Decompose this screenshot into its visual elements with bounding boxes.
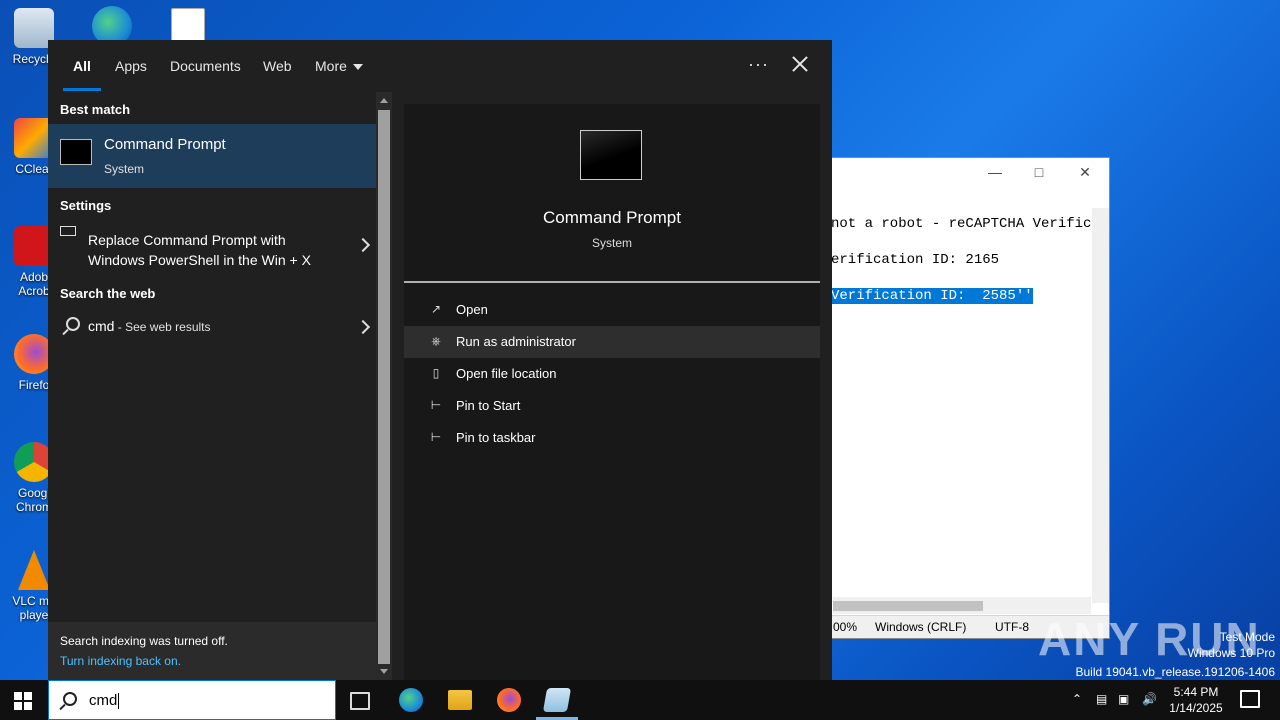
close-icon[interactable] [790, 52, 810, 76]
web-query: cmd [88, 318, 115, 334]
notepad-text-area[interactable]: not a robot - reCAPTCHA Verifica erifica… [831, 206, 1100, 314]
action-open[interactable]: ↗ Open [404, 294, 820, 326]
network-icon[interactable]: ▤ [1096, 692, 1107, 706]
chevron-up-icon[interactable]: ⌃ [1072, 692, 1082, 706]
test-mode-label: Test Mode [1219, 630, 1275, 644]
preview-subtitle: System [591, 236, 632, 250]
scroll-down-icon[interactable] [380, 669, 388, 674]
action-label: Open [456, 302, 488, 317]
settings-item[interactable]: Replace Command Prompt with Windows Powe… [48, 220, 376, 270]
open-icon: ↗ [430, 302, 442, 316]
windows-logo-icon [14, 702, 22, 710]
chevron-right-icon [355, 237, 371, 253]
search-query: cmd [89, 692, 118, 709]
search-icon [66, 317, 80, 331]
search-icon [63, 692, 77, 706]
active-tab-indicator [63, 88, 101, 91]
best-match-heading: Best match [60, 102, 131, 117]
best-match-item[interactable]: Command Prompt System [48, 124, 376, 188]
best-match-subtitle: System [104, 162, 145, 176]
command-prompt-icon [60, 139, 92, 165]
tab-apps[interactable]: Apps [115, 58, 147, 74]
scroll-up-icon[interactable] [380, 98, 388, 103]
text-caret [118, 693, 120, 710]
build-label: Build 19041.vb_release.191206-1406 [1075, 665, 1276, 679]
action-label: Run as administrator [456, 334, 576, 349]
zoom-level: 00% [833, 620, 858, 634]
file-explorer-icon[interactable] [448, 690, 472, 710]
maximize-icon[interactable]: □ [1029, 164, 1049, 180]
start-button[interactable] [14, 692, 32, 710]
web-suffix: - See web results [114, 320, 211, 334]
minimize-icon[interactable]: — [985, 164, 1005, 180]
windows-logo-icon [14, 692, 22, 700]
clock-time: 5:44 PM [1173, 685, 1219, 699]
action-label: Open file location [456, 366, 557, 381]
windows-edition-label: Windows 10 Pro [1187, 646, 1275, 660]
web-heading: Search the web [60, 286, 156, 301]
divider [404, 281, 820, 283]
web-search-label: cmd - See web results [88, 318, 211, 334]
action-pin-to-start[interactable]: ⊢ Pin to Start [404, 390, 820, 422]
action-pin-to-taskbar[interactable]: ⊢ Pin to taskbar [404, 422, 820, 454]
results-list: Best match Command Prompt System Setting… [48, 92, 376, 680]
volume-icon[interactable]: 🔊 [1142, 692, 1157, 706]
command-prompt-icon [580, 130, 642, 180]
taskbar-search-input[interactable]: cmd [48, 680, 336, 720]
settings-heading: Settings [60, 198, 112, 213]
firefox-icon[interactable] [497, 688, 521, 712]
clock-date: 1/14/2025 [1169, 701, 1223, 715]
taskbar: cmd ⌃ ▤ ▣ 🔊 5:44 PM 1/14/2025 [0, 680, 1280, 720]
pin-icon: ⊢ [430, 430, 442, 444]
results-scrollbar[interactable] [376, 92, 392, 680]
tab-more[interactable]: More [315, 58, 363, 74]
text-line: erification ID: 2165 [831, 252, 1000, 268]
tab-all[interactable]: All [73, 58, 91, 74]
pin-icon: ⊢ [430, 398, 442, 412]
more-options-icon[interactable]: ··· [748, 54, 769, 75]
text-line: not a robot - reCAPTCHA Verifica [831, 216, 1100, 232]
preview-title: Command Prompt [543, 208, 681, 227]
scrollbar-thumb[interactable] [378, 110, 390, 664]
notepad-window[interactable]: — □ ✕ not a robot - reCAPTCHA Verifica e… [826, 157, 1110, 639]
turn-indexing-on-link[interactable]: Turn indexing back on. [60, 654, 181, 668]
task-view-icon[interactable] [350, 692, 370, 710]
taskbar-clock[interactable]: 5:44 PM 1/14/2025 [1166, 684, 1226, 716]
notepad-icon[interactable] [542, 688, 572, 712]
action-run-as-administrator[interactable]: ⎈ Run as administrator [404, 326, 820, 358]
best-match-title: Command Prompt [104, 136, 226, 153]
file-icon: ▯ [432, 366, 440, 380]
close-icon[interactable]: ✕ [1075, 164, 1095, 181]
chevron-right-icon [355, 319, 371, 335]
edge-icon[interactable] [399, 688, 423, 712]
preview-pane: Command Prompt System ↗ Open ⎈ Run as ad… [404, 104, 820, 680]
search-tabs: All Apps Documents Web More ··· [48, 40, 832, 92]
tab-more-label: More [315, 58, 347, 74]
search-panel: All Apps Documents Web More ··· Best mat… [48, 40, 832, 680]
encoding: UTF-8 [995, 620, 1029, 634]
vlc-icon [18, 550, 50, 590]
web-search-item[interactable]: cmd - See web results [48, 310, 376, 344]
shield-icon: ⎈ [431, 334, 441, 348]
windows-logo-icon [24, 692, 32, 700]
action-open-file-location[interactable]: ▯ Open file location [404, 358, 820, 390]
search-input-value: cmd [89, 692, 120, 710]
action-label: Pin to taskbar [456, 430, 536, 445]
indexing-notice: Search indexing was turned off. Turn ind… [48, 622, 376, 680]
selected-text-line: Verification ID: 2585'' [831, 288, 1033, 304]
indexing-status: Search indexing was turned off. [60, 634, 228, 648]
vertical-scrollbar[interactable] [1092, 208, 1109, 603]
tab-documents[interactable]: Documents [170, 58, 241, 74]
chevron-down-icon [352, 64, 363, 71]
tab-web[interactable]: Web [263, 58, 292, 74]
scrollbar-thumb[interactable] [833, 601, 983, 611]
monitor-icon [60, 226, 76, 236]
windows-logo-icon [24, 702, 32, 710]
action-label: Pin to Start [456, 398, 521, 413]
notification-icon[interactable] [1240, 690, 1260, 708]
network-adapter-icon[interactable]: ▣ [1118, 692, 1129, 706]
notepad-titlebar[interactable]: — □ ✕ [827, 158, 1109, 188]
line-ending: Windows (CRLF) [875, 620, 967, 634]
settings-item-label: Replace Command Prompt with Windows Powe… [88, 232, 311, 268]
